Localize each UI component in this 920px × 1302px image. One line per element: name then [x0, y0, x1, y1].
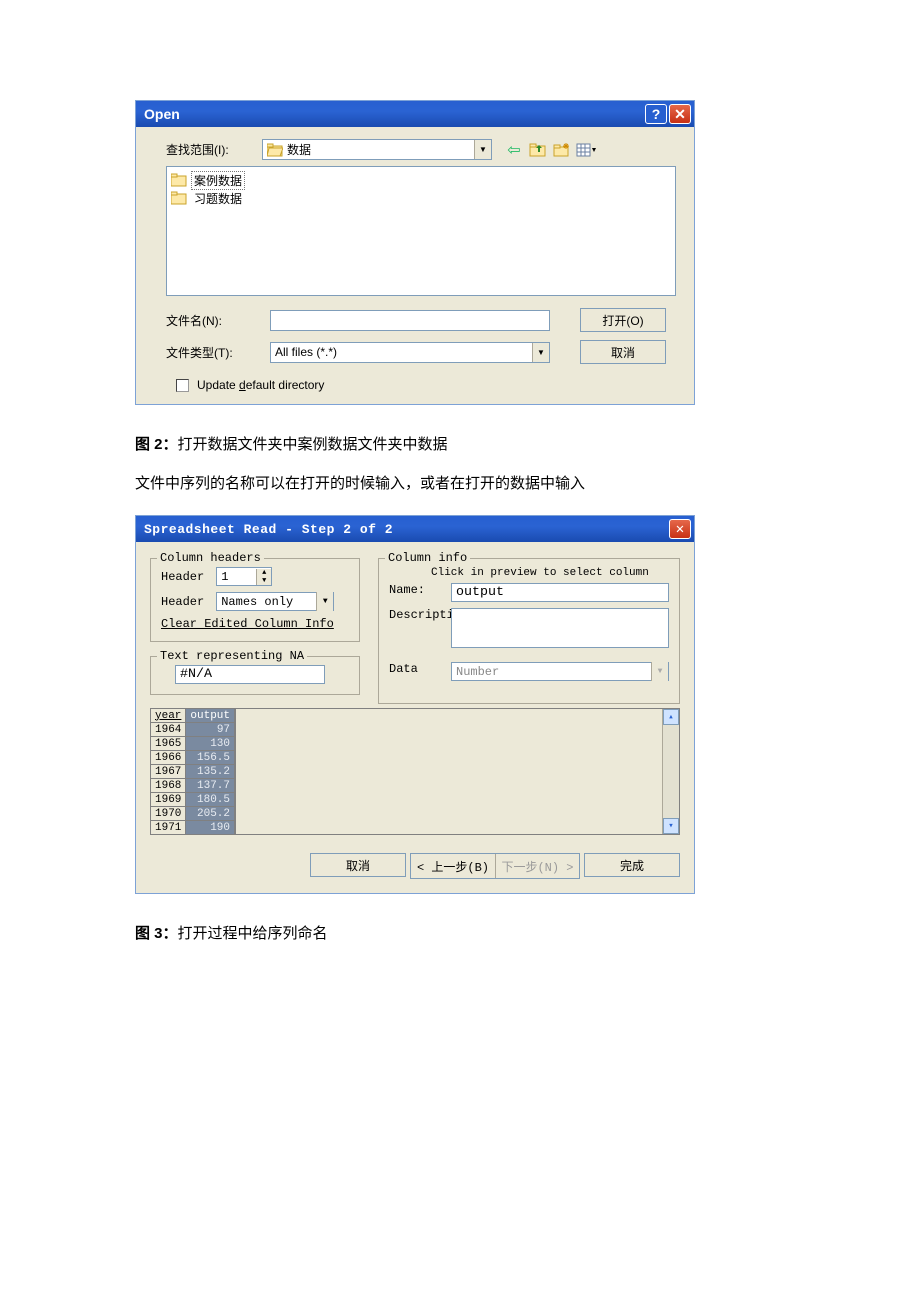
back-button[interactable]: < 上一步(B): [411, 854, 495, 878]
figure-2-caption: 图 2：打开数据文件夹中案例数据文件夹中数据: [135, 433, 785, 454]
folder-label: 习题数据: [191, 189, 245, 208]
chevron-down-icon[interactable]: ▼: [256, 577, 271, 585]
figure-3-caption: 图 3：打开过程中给序列命名: [135, 922, 785, 943]
folder-icon: [171, 173, 187, 187]
help-icon[interactable]: ?: [645, 104, 667, 124]
scrollbar[interactable]: ▴ ▾: [662, 709, 679, 834]
preview-table[interactable]: year output 196497 1965130 1966156.5 196…: [150, 708, 235, 835]
header-row-spinner[interactable]: 1 ▲▼: [216, 567, 272, 586]
table-row[interactable]: 1965130: [151, 737, 235, 751]
close-icon[interactable]: ✕: [669, 519, 691, 539]
table-row[interactable]: 1971190: [151, 821, 235, 835]
description-input[interactable]: [451, 608, 669, 648]
body-text: 文件中序列的名称可以在打开的时候输入，或者在打开的数据中输入: [135, 472, 785, 493]
list-item[interactable]: 习题数据: [171, 189, 671, 207]
file-list[interactable]: 案例数据 习题数据: [166, 166, 676, 296]
header-mode-label: Header: [161, 595, 204, 609]
filename-label: 文件名(N):: [166, 312, 264, 329]
update-default-checkbox[interactable]: [176, 379, 189, 392]
column-headers-group: Column headers Header 1 ▲▼ Header Names: [150, 558, 360, 642]
name-label: Name:: [389, 583, 451, 597]
folder-label: 案例数据: [191, 171, 245, 190]
open-dialog: Open ? ✕ 查找范围(I): 数据 ▼ ⇦: [135, 100, 695, 405]
table-row[interactable]: 1968137.7: [151, 779, 235, 793]
na-text-group: Text representing NA: [150, 656, 360, 695]
open-folder-icon: [267, 143, 283, 157]
open-dialog-titlebar[interactable]: Open ? ✕: [136, 101, 694, 127]
spreadsheet-title: Spreadsheet Read - Step 2 of 2: [144, 522, 667, 537]
table-row[interactable]: 1970205.2: [151, 807, 235, 821]
up-folder-icon[interactable]: [528, 140, 548, 160]
data-type-value: Number: [452, 665, 651, 679]
chevron-down-icon: ▼: [651, 662, 668, 681]
column-info-hint: Click in preview to select column: [431, 567, 669, 579]
column-info-group: Column info Click in preview to select c…: [378, 558, 680, 704]
header-row-value: 1: [217, 570, 256, 584]
table-row[interactable]: 196497: [151, 723, 235, 737]
folder-icon: [171, 191, 187, 205]
spreadsheet-read-dialog: Spreadsheet Read - Step 2 of 2 ✕ Column …: [135, 515, 695, 894]
header-row-label: Header: [161, 570, 204, 584]
view-menu-icon[interactable]: [576, 140, 596, 160]
look-in-value: 数据: [287, 141, 311, 158]
name-input[interactable]: [451, 583, 669, 602]
look-in-label: 查找范围(I):: [166, 141, 262, 158]
chevron-down-icon[interactable]: ▼: [316, 592, 333, 611]
chevron-up-icon[interactable]: ▴: [663, 709, 679, 725]
preview-blank-area: ▴ ▾: [235, 708, 680, 835]
preview-area: year output 196497 1965130 1966156.5 196…: [150, 708, 680, 835]
column-info-legend: Column info: [385, 551, 470, 565]
na-legend: Text representing NA: [157, 649, 307, 663]
finish-button[interactable]: 完成: [584, 853, 680, 877]
preview-header-output[interactable]: output: [186, 709, 235, 723]
header-mode-value: Names only: [217, 595, 316, 609]
next-button: 下一步(N) >: [495, 854, 579, 878]
na-input[interactable]: [175, 665, 325, 684]
wizard-nav-buttons: < 上一步(B) 下一步(N) >: [410, 853, 580, 879]
list-item[interactable]: 案例数据: [171, 171, 671, 189]
cancel-button[interactable]: 取消: [310, 853, 406, 877]
open-dialog-title: Open: [144, 106, 643, 122]
filetype-label: 文件类型(T):: [166, 344, 264, 361]
column-headers-legend: Column headers: [157, 551, 264, 565]
close-icon[interactable]: ✕: [669, 104, 691, 124]
data-type-combo[interactable]: Number ▼: [451, 662, 669, 681]
table-row[interactable]: 1969180.5: [151, 793, 235, 807]
table-row[interactable]: 1966156.5: [151, 751, 235, 765]
chevron-up-icon[interactable]: ▲: [256, 569, 271, 577]
clear-column-info-button[interactable]: Clear Edited Column Info: [161, 617, 334, 631]
filetype-combo[interactable]: All files (*.*) ▼: [270, 342, 550, 363]
filename-input[interactable]: [270, 310, 550, 331]
back-icon[interactable]: ⇦: [504, 140, 524, 160]
filetype-value: All files (*.*): [271, 345, 532, 359]
look-in-combo[interactable]: 数据 ▼: [262, 139, 492, 160]
open-button[interactable]: 打开(O): [580, 308, 666, 332]
chevron-down-icon[interactable]: ▼: [532, 343, 549, 362]
header-mode-combo[interactable]: Names only ▼: [216, 592, 334, 611]
new-folder-icon[interactable]: [552, 140, 572, 160]
cancel-button[interactable]: 取消: [580, 340, 666, 364]
data-type-label: Data: [389, 662, 451, 676]
description-label: Descriptio: [389, 608, 451, 622]
chevron-down-icon[interactable]: ▾: [663, 818, 679, 834]
update-default-label: Update default directory: [197, 378, 324, 392]
chevron-down-icon[interactable]: ▼: [474, 140, 491, 159]
spreadsheet-titlebar[interactable]: Spreadsheet Read - Step 2 of 2 ✕: [136, 516, 694, 542]
table-row[interactable]: 1967135.2: [151, 765, 235, 779]
preview-header-year[interactable]: year: [151, 709, 186, 723]
